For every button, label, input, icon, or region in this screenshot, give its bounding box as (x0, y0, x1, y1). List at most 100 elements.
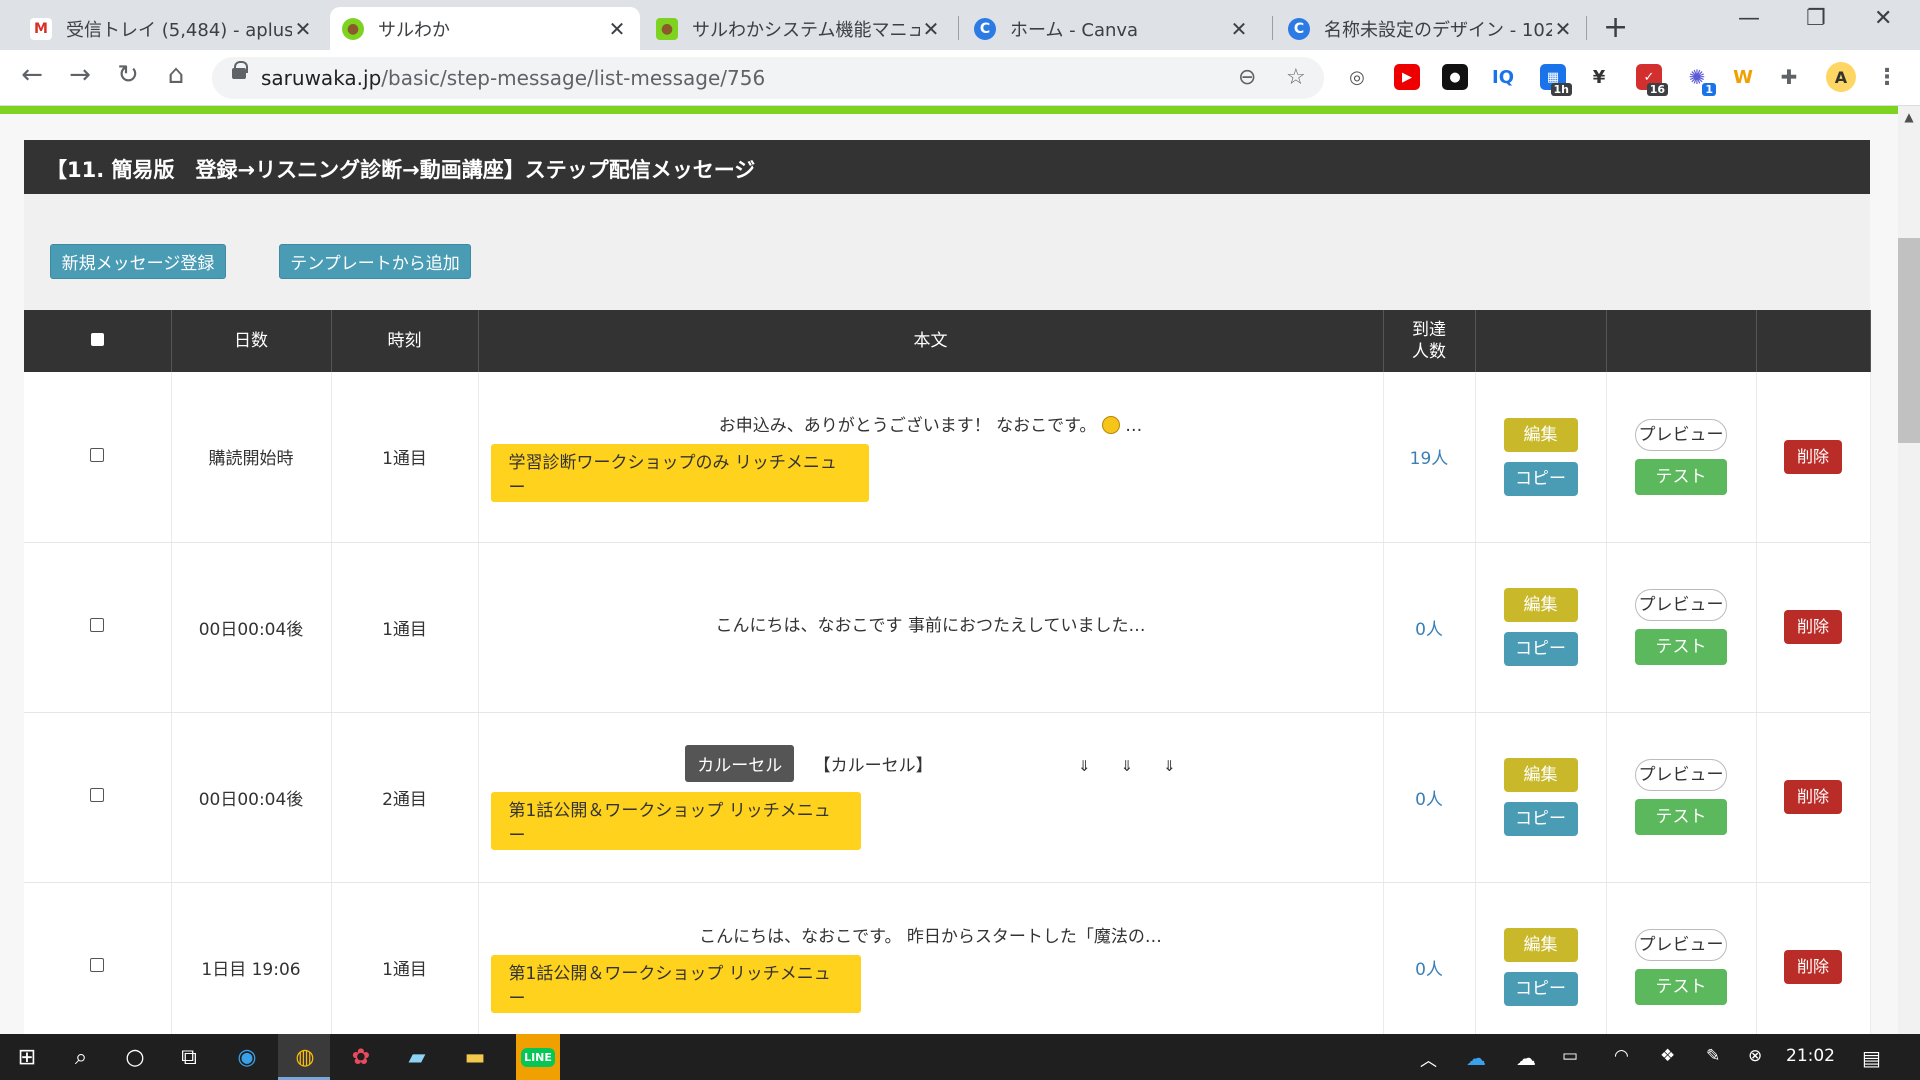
message-text: お申込み、ありがとうございます！ なおこです。 (718, 416, 1097, 437)
windows-taskbar: ⊞ ⌕ ○ ⧉ ◉ ◍ ✿ ▰ ▬ LINE ︿ ☁ ☁ ▭ ◠ ❖ ✎ ⊗ 2… (0, 1034, 1920, 1080)
edit-button[interactable]: 編集 (1503, 588, 1578, 622)
time-cell: 1通目 (331, 372, 479, 543)
preview-button[interactable]: プレビュー (1635, 589, 1727, 621)
row-checkbox[interactable] (90, 788, 105, 802)
battery-icon[interactable]: ▭ (1562, 1046, 1578, 1066)
close-tab-icon[interactable]: ✕ (1228, 17, 1250, 41)
dark-extension-icon[interactable]: ● (1442, 64, 1468, 90)
close-tab-icon[interactable]: ✕ (1552, 17, 1574, 41)
tab-title: サルわかシステム機能マニュアル (692, 19, 920, 41)
reach-count-link[interactable]: 19人 (1410, 449, 1449, 469)
profile-avatar-icon[interactable]: A (1826, 62, 1856, 92)
edge-icon[interactable]: ◉ (232, 1042, 262, 1072)
test-button[interactable]: テスト (1635, 458, 1727, 495)
youtube-extension-icon[interactable]: ▶ (1394, 64, 1420, 90)
saruwaka-icon: ● (342, 17, 364, 40)
close-tab-icon[interactable]: ✕ (920, 17, 942, 41)
notepad-icon[interactable]: ▰ (402, 1042, 432, 1072)
address-bar[interactable]: saruwaka.jp/basic/step-message/list-mess… (212, 57, 1324, 99)
preview-button[interactable]: プレビュー (1635, 759, 1727, 791)
time-cell: 1通目 (331, 882, 479, 1034)
copy-button[interactable]: コピー (1503, 972, 1578, 1006)
row-checkbox[interactable] (90, 958, 105, 972)
copy-button[interactable]: コピー (1503, 461, 1578, 496)
forward-icon[interactable]: → (62, 60, 98, 90)
preview-button[interactable]: プレビュー (1635, 929, 1727, 961)
delete-button[interactable]: 削除 (1784, 950, 1842, 984)
row-checkbox[interactable] (90, 447, 105, 462)
pen-icon[interactable]: ✎ (1706, 1046, 1720, 1066)
todo-extension-icon[interactable]: ✓ 16 (1636, 64, 1668, 96)
tab-canva-design[interactable]: C 名称未設定のデザイン - 1024 ✕ (1276, 7, 1586, 50)
test-button[interactable]: テスト (1635, 969, 1727, 1005)
calendar-extension-icon[interactable]: ▦ 1h (1540, 64, 1572, 96)
edit-button[interactable]: 編集 (1503, 928, 1578, 962)
rich-menu-label: 学習診断ワークショップのみ リッチメニュー (490, 444, 869, 503)
scrollbar-thumb[interactable] (1898, 238, 1920, 443)
edit-button[interactable]: 編集 (1503, 758, 1578, 792)
browser-menu-icon[interactable]: ⋮ (1874, 64, 1900, 90)
chrome-icon[interactable]: ◍ (290, 1042, 320, 1072)
delete-button[interactable]: 削除 (1784, 780, 1842, 814)
w-extension-icon[interactable]: W (1730, 64, 1756, 90)
header-reach: 到達 人数 (1383, 310, 1476, 372)
test-button[interactable]: テスト (1635, 799, 1727, 835)
days-cell: 00日00:04後 (171, 712, 332, 883)
row-checkbox[interactable] (90, 618, 105, 632)
reach-count-link[interactable]: 0人 (1415, 620, 1443, 640)
tab-saruwaka[interactable]: ● サルわか ✕ (330, 7, 640, 50)
puzzle-burst-extension-icon[interactable]: ✺ 1 (1684, 64, 1716, 96)
clock[interactable]: 21:02 (1786, 1046, 1835, 1066)
home-icon[interactable]: ⌂ (158, 60, 194, 90)
test-button[interactable]: テスト (1635, 629, 1727, 665)
scroll-up-icon[interactable]: ▲ (1898, 110, 1920, 124)
yen-extension-icon[interactable]: ¥ (1586, 64, 1612, 90)
time-cell: 1通目 (331, 542, 479, 713)
preview-button[interactable]: プレビュー (1635, 418, 1727, 451)
select-all-checkbox[interactable] (90, 332, 104, 346)
tray-chevron-icon[interactable]: ︿ (1420, 1046, 1437, 1071)
dropbox-icon[interactable]: ❖ (1660, 1046, 1675, 1066)
delete-button[interactable]: 削除 (1784, 439, 1842, 474)
tab-gmail[interactable]: M 受信トレイ (5,484) - aplus1en ✕ (18, 7, 326, 50)
task-view-icon[interactable]: ⧉ (174, 1042, 204, 1072)
table-row: 00日00:04後 1通目 こんにちは、なおこです 事前におつたえしていました…… (24, 542, 1871, 713)
tab-canva-home[interactable]: C ホーム - Canva ✕ (962, 7, 1262, 50)
search-icon[interactable]: ⌕ (66, 1042, 96, 1072)
table-header-row: 日数 時刻 本文 到達 人数 (24, 310, 1871, 372)
windows-start-icon[interactable]: ⊞ (12, 1042, 42, 1072)
edit-button[interactable]: 編集 (1503, 417, 1578, 452)
mute-icon[interactable]: ⊗ (1748, 1046, 1762, 1066)
close-tab-icon[interactable]: ✕ (292, 17, 314, 41)
reach-count-link[interactable]: 0人 (1415, 790, 1443, 810)
back-icon[interactable]: ← (14, 60, 50, 90)
tab-saruwaka-manual[interactable]: ● サルわかシステム機能マニュアル ✕ (644, 7, 954, 50)
cortana-icon[interactable]: ○ (120, 1042, 150, 1072)
restore-icon[interactable]: ❐ (1806, 6, 1826, 31)
new-message-button[interactable]: 新規メッセージ登録 (50, 244, 226, 279)
screen-capture-extension-icon[interactable]: ◎ (1344, 64, 1370, 90)
canva-icon: C (974, 17, 996, 40)
zoom-icon[interactable]: ⊖ (1238, 65, 1256, 90)
rich-menu-label: 第1話公開＆ワークショップ リッチメニュー (490, 954, 861, 1013)
delete-button[interactable]: 削除 (1784, 610, 1842, 644)
app-flower-icon[interactable]: ✿ (346, 1042, 376, 1072)
copy-button[interactable]: コピー (1503, 802, 1578, 836)
notifications-icon[interactable]: ▤ (1862, 1046, 1881, 1070)
line-app-icon[interactable]: LINE (516, 1034, 560, 1080)
minimize-icon[interactable]: — (1738, 6, 1760, 31)
close-window-icon[interactable]: ✕ (1874, 6, 1892, 31)
extensions-puzzle-icon[interactable]: ✚ (1776, 64, 1802, 90)
cloud-icon[interactable]: ☁ (1516, 1046, 1536, 1070)
bookmark-star-icon[interactable]: ☆ (1286, 65, 1306, 90)
file-explorer-icon[interactable]: ▬ (460, 1042, 490, 1072)
new-tab-icon[interactable]: + (1603, 10, 1628, 45)
copy-button[interactable]: コピー (1503, 632, 1578, 666)
close-tab-icon[interactable]: ✕ (606, 17, 628, 41)
iq-extension-icon[interactable]: IQ (1490, 64, 1516, 90)
reload-icon[interactable]: ↻ (110, 60, 146, 90)
add-from-template-button[interactable]: テンプレートから追加 (279, 244, 471, 279)
reach-count-link[interactable]: 0人 (1415, 960, 1443, 980)
wifi-icon[interactable]: ◠ (1614, 1046, 1629, 1066)
onedrive-icon[interactable]: ☁ (1466, 1046, 1486, 1070)
